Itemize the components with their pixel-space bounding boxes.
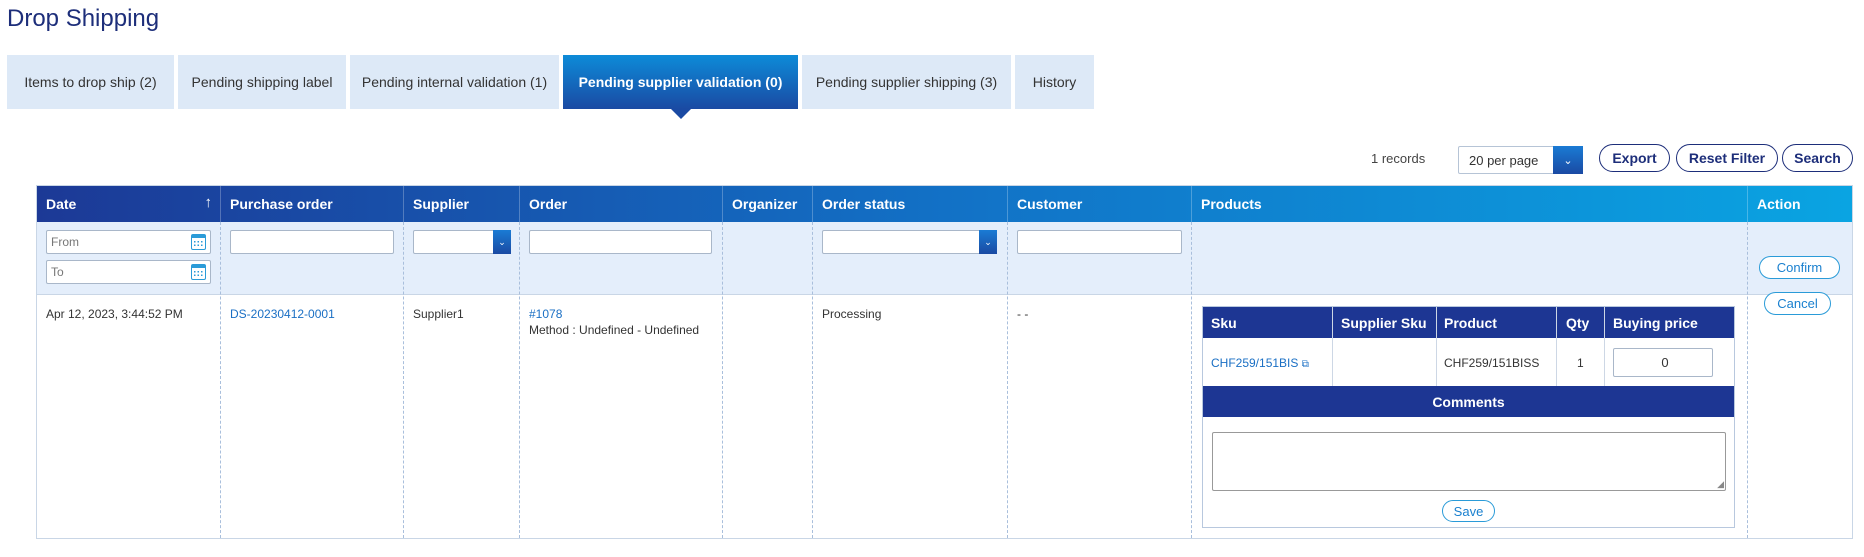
column-divider bbox=[1556, 307, 1557, 386]
sort-arrow-icon[interactable]: ↑ bbox=[205, 194, 213, 211]
tab-items-to-drop-ship[interactable]: Items to drop ship (2) bbox=[7, 55, 174, 109]
column-divider bbox=[220, 222, 221, 538]
products-col-qty: Qty bbox=[1566, 315, 1590, 331]
tab-pending-internal-validation[interactable]: Pending internal validation (1) bbox=[350, 55, 559, 109]
drop-ship-grid: Date ↑ Purchase order Supplier Order Org… bbox=[36, 185, 1853, 539]
buying-price-input[interactable]: 0 bbox=[1613, 348, 1713, 377]
row-customer: - - bbox=[1017, 307, 1029, 321]
reset-filter-button[interactable]: Reset Filter bbox=[1676, 144, 1778, 172]
date-to-input[interactable]: To bbox=[46, 260, 211, 284]
grid-header: Date ↑ Purchase order Supplier Order Org… bbox=[37, 186, 1852, 222]
products-col-buying-price: Buying price bbox=[1613, 315, 1698, 331]
row-order-status: Processing bbox=[822, 307, 882, 321]
records-count: 1 records bbox=[1371, 151, 1426, 166]
column-header-purchase-order[interactable]: Purchase order bbox=[220, 186, 403, 222]
page-title: Drop Shipping bbox=[7, 5, 160, 32]
order-link[interactable]: #1078 bbox=[529, 307, 562, 321]
products-col-supplier-sku: Supplier Sku bbox=[1341, 315, 1427, 331]
column-divider bbox=[519, 222, 520, 538]
supplier-filter-select[interactable]: ⌄ bbox=[413, 230, 511, 254]
product-name: CHF259/151BISS bbox=[1444, 356, 1540, 370]
row-date: Apr 12, 2023, 3:44:52 PM bbox=[46, 307, 183, 321]
products-table-header: Sku Supplier Sku Product Qty Buying pric… bbox=[1203, 307, 1734, 338]
tab-pending-supplier-validation[interactable]: Pending supplier validation (0) bbox=[563, 55, 798, 119]
column-divider bbox=[1436, 307, 1437, 386]
confirm-button[interactable]: Confirm bbox=[1759, 256, 1840, 279]
product-qty: 1 bbox=[1577, 356, 1584, 370]
comments-header: Comments bbox=[1203, 386, 1734, 417]
column-header-date-label: Date bbox=[46, 196, 77, 212]
tab-pending-supplier-shipping[interactable]: Pending supplier shipping (3) bbox=[802, 55, 1011, 109]
resize-handle-icon[interactable]: ◢ bbox=[1717, 479, 1724, 490]
row-supplier: Supplier1 bbox=[413, 307, 464, 321]
per-page-select[interactable]: 20 per page ⌄ bbox=[1458, 146, 1583, 174]
column-divider bbox=[1332, 307, 1333, 386]
order-status-filter-select[interactable]: ⌄ bbox=[822, 230, 997, 254]
column-header-date[interactable]: Date ↑ bbox=[37, 186, 220, 222]
column-divider bbox=[1007, 222, 1008, 538]
products-col-product: Product bbox=[1444, 315, 1497, 331]
tab-history[interactable]: History bbox=[1015, 55, 1094, 109]
tab-pending-shipping-label[interactable]: Pending shipping label bbox=[178, 55, 346, 109]
cancel-button[interactable]: Cancel bbox=[1764, 292, 1831, 315]
purchase-order-link[interactable]: DS-20230412-0001 bbox=[230, 307, 335, 321]
products-col-sku: Sku bbox=[1211, 315, 1237, 331]
column-divider bbox=[403, 222, 404, 538]
customer-filter-input[interactable] bbox=[1017, 230, 1182, 254]
column-header-order-status[interactable]: Order status bbox=[812, 186, 1007, 222]
chevron-down-icon[interactable]: ⌄ bbox=[493, 230, 511, 254]
search-button[interactable]: Search bbox=[1782, 144, 1853, 172]
row-order-method: Method : Undefined - Undefined bbox=[529, 323, 700, 337]
order-filter-input[interactable] bbox=[529, 230, 712, 254]
purchase-order-filter-input[interactable] bbox=[230, 230, 394, 254]
calendar-icon[interactable] bbox=[191, 234, 206, 250]
export-button[interactable]: Export bbox=[1599, 144, 1670, 172]
column-header-customer[interactable]: Customer bbox=[1007, 186, 1191, 222]
date-from-input[interactable]: From bbox=[46, 230, 211, 254]
product-sku-link[interactable]: CHF259/151BIS ⧉ bbox=[1211, 356, 1309, 370]
per-page-value: 20 per page bbox=[1469, 152, 1539, 168]
save-comments-button[interactable]: Save bbox=[1442, 500, 1495, 522]
comments-textarea[interactable]: ◢ bbox=[1212, 432, 1726, 491]
chevron-down-icon[interactable]: ⌄ bbox=[979, 230, 997, 254]
column-header-products: Products bbox=[1191, 186, 1747, 222]
column-divider bbox=[1747, 222, 1748, 538]
column-divider bbox=[1191, 222, 1192, 538]
column-header-supplier[interactable]: Supplier bbox=[403, 186, 519, 222]
column-divider bbox=[812, 222, 813, 538]
products-panel: Sku Supplier Sku Product Qty Buying pric… bbox=[1202, 306, 1735, 528]
chevron-down-icon[interactable]: ⌄ bbox=[1553, 146, 1583, 174]
filter-row: From To ⌄ ⌄ bbox=[37, 222, 1852, 295]
column-header-action: Action bbox=[1747, 186, 1854, 222]
column-header-organizer[interactable]: Organizer bbox=[722, 186, 812, 222]
column-header-order[interactable]: Order bbox=[519, 186, 722, 222]
column-divider bbox=[722, 222, 723, 538]
calendar-icon[interactable] bbox=[191, 264, 206, 280]
external-link-icon[interactable]: ⧉ bbox=[1302, 359, 1309, 370]
column-divider bbox=[1604, 307, 1605, 386]
